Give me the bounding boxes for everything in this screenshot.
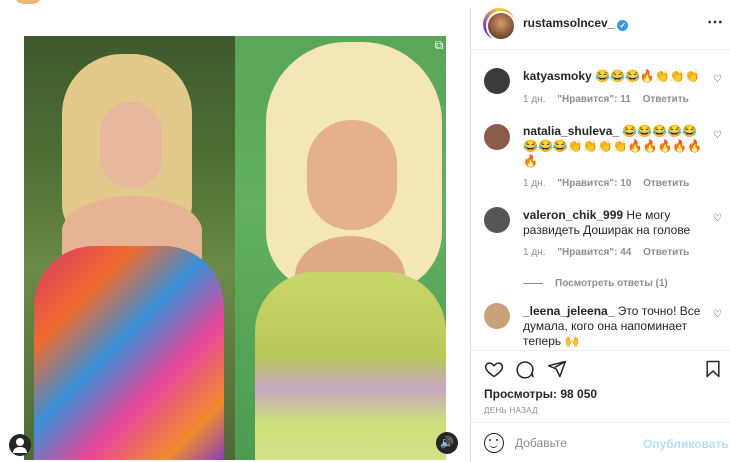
carousel-icon: ⧉ (434, 38, 444, 52)
comment-likes[interactable]: "Нравится": 10 (557, 178, 631, 189)
heart-icon[interactable] (484, 359, 504, 379)
comment-likes[interactable]: "Нравится": 11 (557, 94, 631, 105)
comment-username[interactable]: valeron_chik_999 (523, 208, 623, 222)
bookmark-icon[interactable] (703, 359, 723, 379)
comment-like-icon[interactable]: ♡ (713, 75, 723, 85)
add-comment-bar: Опубликовать (471, 422, 730, 462)
comment-meta: 1 дн. "Нравится": 11 Ответить (523, 94, 698, 105)
comment-list: katyasmoky 😂😂😂🔥👏👏👏 ♡ 1 дн. "Нравится": 1… (471, 51, 730, 351)
comment-avatar[interactable] (484, 207, 510, 233)
sound-icon[interactable]: 🔊 (436, 432, 458, 454)
view-replies-button[interactable]: Посмотреть ответы (1) (523, 278, 668, 289)
post-date[interactable]: ДЕНЬ НАЗАД (484, 406, 538, 415)
comment-likes[interactable]: "Нравится": 44 (557, 247, 631, 258)
comment-like-icon[interactable]: ♡ (713, 310, 723, 320)
author-name-text[interactable]: rustamsolncev_ (523, 16, 614, 30)
reply-button[interactable]: Ответить (643, 94, 689, 105)
post-sidebar: rustamsolncev_ ✓ ⋯ katyasmoky 😂😂😂🔥👏👏👏 ♡ 1… (471, 0, 730, 462)
publish-button[interactable]: Опубликовать (643, 437, 729, 451)
post-actions: Просмотры: 98 050 ДЕНЬ НАЗАД (471, 350, 730, 422)
comment-like-icon[interactable]: ♡ (713, 131, 723, 141)
left-photo (24, 36, 235, 460)
comment-body: valeron_chik_999 Не могу развидеть Дошир… (523, 208, 707, 238)
user-tag-icon[interactable] (9, 434, 31, 456)
views-count[interactable]: Просмотры: 98 050 (484, 387, 597, 401)
comment-avatar[interactable] (484, 124, 510, 150)
comment-time[interactable]: 1 дн. (523, 247, 545, 258)
author-avatar[interactable] (483, 8, 516, 41)
comment-username[interactable]: katyasmoky (523, 69, 592, 83)
share-icon[interactable] (547, 359, 567, 379)
comment-icon[interactable] (515, 359, 535, 379)
comment-username[interactable]: natalia_shuleva_ (523, 124, 619, 138)
comment-body: _leena_jeleena_ Это точно! Все думала, к… (523, 304, 707, 349)
comment-time[interactable]: 1 дн. (523, 94, 545, 105)
emoji-icon[interactable] (484, 433, 504, 453)
comment-username[interactable]: _leena_jeleena_ (523, 304, 614, 318)
partial-avatar (14, 0, 42, 4)
reply-button[interactable]: Ответить (643, 178, 689, 189)
top-strip (0, 0, 471, 8)
comment-body: katyasmoky 😂😂😂🔥👏👏👏 (523, 69, 707, 84)
verified-badge-icon: ✓ (617, 20, 629, 31)
comment-body: natalia_shuleva_ 😂😂😂😂😂😂😂😂👏👏👏👏🔥🔥🔥🔥🔥🔥 (523, 124, 707, 169)
reply-button[interactable]: Ответить (643, 247, 689, 258)
comment-avatar[interactable] (484, 303, 510, 329)
comment-like-icon[interactable]: ♡ (713, 214, 723, 224)
comment-meta: 1 дн. "Нравится": 44 Ответить (523, 247, 698, 258)
post-media-pane: ⧉ 🔊 (0, 0, 471, 462)
comment-meta: 1 дн. "Нравится": 10 Ответить (523, 178, 698, 189)
right-photo (235, 36, 446, 460)
more-options-icon[interactable]: ⋯ (707, 12, 723, 32)
comment-input[interactable] (515, 433, 635, 453)
author-username[interactable]: rustamsolncev_ ✓ (523, 16, 629, 31)
post-header: rustamsolncev_ ✓ ⋯ (471, 0, 730, 50)
comment-text: 😂😂😂🔥👏👏👏 (595, 69, 700, 83)
comment-time[interactable]: 1 дн. (523, 178, 545, 189)
comment-avatar[interactable] (484, 68, 510, 94)
post-video[interactable] (24, 36, 446, 460)
